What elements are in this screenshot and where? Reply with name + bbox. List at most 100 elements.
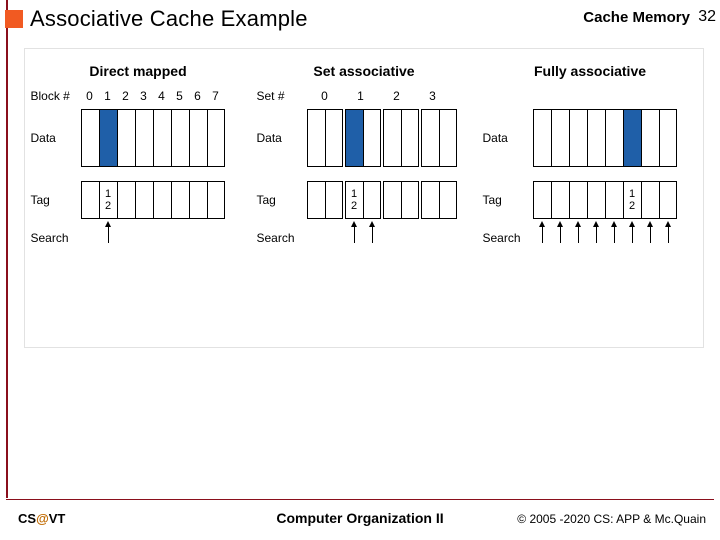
data-cells (533, 109, 677, 167)
data-cell (307, 109, 325, 167)
data-cells (81, 109, 225, 167)
data-cell (569, 109, 587, 167)
tag-cell (81, 181, 99, 219)
tag-cell: 1 2 (623, 181, 641, 219)
arrow-icon (668, 227, 669, 243)
tag-cells: 1 2 (81, 181, 225, 219)
tag-val: 1 (629, 188, 635, 200)
idx: 4 (153, 89, 171, 103)
panel-direct-mapped: Direct mapped Block # 0 1 2 3 4 5 6 7 (31, 63, 246, 257)
block-numbers: 0 1 2 3 4 5 6 7 (81, 89, 225, 103)
tag-cells: 1 2 (533, 181, 677, 219)
idx: 1 (343, 89, 379, 103)
topic-label: Cache Memory (583, 9, 690, 26)
arrows (307, 225, 459, 251)
tag-cell: 1 2 (345, 181, 363, 219)
arrow-icon (614, 227, 615, 243)
tag-cell (641, 181, 659, 219)
tag-cell (401, 181, 419, 219)
data-label: Data (31, 131, 81, 145)
set-numbers: 0 1 2 3 (307, 89, 451, 103)
data-label: Data (483, 131, 533, 145)
data-cell (135, 109, 153, 167)
idx: 0 (81, 89, 99, 103)
tag-cell (533, 181, 551, 219)
search-label: Search (257, 231, 307, 245)
tag-cell (325, 181, 343, 219)
tag-cell (587, 181, 605, 219)
data-cell (383, 109, 401, 167)
left-rule (6, 0, 8, 498)
tag-cell (171, 181, 189, 219)
footer-rule (6, 499, 714, 500)
tag-cell (189, 181, 207, 219)
tag-cell (363, 181, 381, 219)
tag-cell: 1 2 (99, 181, 117, 219)
idx: 7 (207, 89, 225, 103)
tag-label: Tag (483, 193, 533, 207)
page-number: 32 (698, 8, 716, 26)
panel-fully-associative: Fully associative Data (483, 63, 698, 257)
arrow-icon (578, 227, 579, 243)
panel-title: Set associative (257, 63, 472, 79)
index-label: Block # (31, 89, 81, 103)
data-cell (325, 109, 343, 167)
data-cell (659, 109, 677, 167)
panel-set-associative: Set associative Set # 0 1 2 3 Data (257, 63, 472, 257)
data-cell (171, 109, 189, 167)
data-cell (207, 109, 225, 167)
index-label: Set # (257, 89, 307, 103)
tag-cell (135, 181, 153, 219)
tag-val: 1 (351, 188, 357, 200)
panel-title: Direct mapped (31, 63, 246, 79)
arrow-icon (354, 227, 355, 243)
arrow-icon (108, 227, 109, 243)
data-cell (117, 109, 135, 167)
tag-cell (117, 181, 135, 219)
data-cell (641, 109, 659, 167)
data-cell (533, 109, 551, 167)
panel-title: Fully associative (483, 63, 698, 79)
data-cell (363, 109, 381, 167)
tag-cell (383, 181, 401, 219)
idx: 1 (99, 89, 117, 103)
data-cell-highlight (345, 109, 363, 167)
data-cell (189, 109, 207, 167)
index-label (483, 89, 533, 103)
data-cell (439, 109, 457, 167)
tag-label: Tag (31, 193, 81, 207)
tag-val: 1 (105, 188, 111, 200)
idx: 2 (379, 89, 415, 103)
tag-cells: 1 2 (307, 181, 457, 219)
arrow-icon (560, 227, 561, 243)
tag-cell (153, 181, 171, 219)
footer-right: © 2005 -2020 CS: APP & Mc.Quain (517, 512, 706, 526)
arrow-icon (542, 227, 543, 243)
accent-square (5, 10, 23, 28)
arrow-icon (632, 227, 633, 243)
data-cell-highlight (99, 109, 117, 167)
idx: 3 (135, 89, 153, 103)
tag-cell (439, 181, 457, 219)
figure: Direct mapped Block # 0 1 2 3 4 5 6 7 (24, 48, 704, 348)
data-cell (587, 109, 605, 167)
tag-cell (421, 181, 439, 219)
slide: Associative Cache Example Cache Memory 3… (0, 0, 720, 540)
search-label: Search (483, 231, 533, 245)
tag-cell (551, 181, 569, 219)
data-cell (605, 109, 623, 167)
tag-val: 2 (351, 200, 357, 212)
tag-val: 2 (629, 200, 635, 212)
tag-cell (307, 181, 325, 219)
data-cell (153, 109, 171, 167)
idx: 2 (117, 89, 135, 103)
arrows (533, 225, 677, 251)
data-cell-highlight (623, 109, 641, 167)
arrow-icon (372, 227, 373, 243)
idx: 6 (189, 89, 207, 103)
search-label: Search (31, 231, 81, 245)
arrows (81, 225, 225, 251)
data-cells (307, 109, 457, 167)
idx: 0 (307, 89, 343, 103)
idx: 3 (415, 89, 451, 103)
